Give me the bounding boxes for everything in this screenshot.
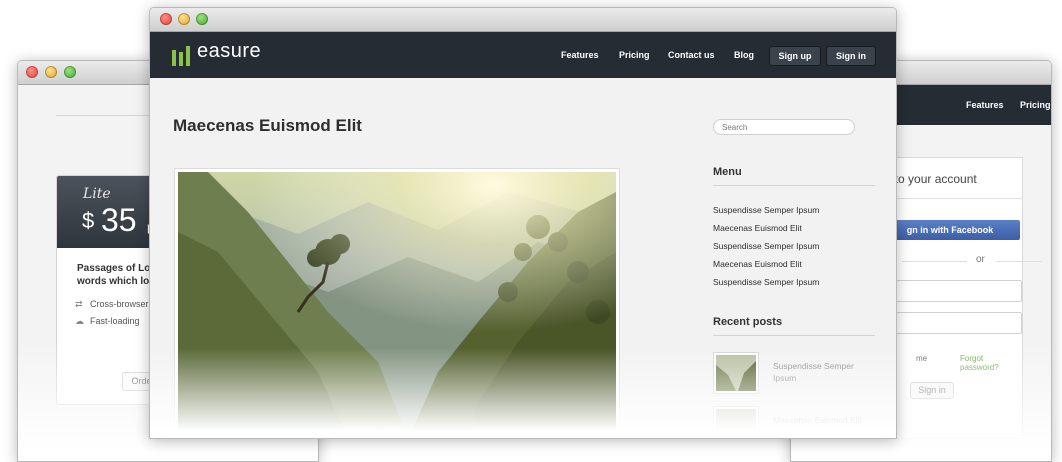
signin-button[interactable]: Sign in — [826, 46, 876, 66]
nav-pricing-link[interactable]: Pricing — [619, 32, 650, 78]
post-title-line: Suspendisse Semper — [773, 361, 854, 371]
nav-blog-link[interactable]: Blog — [734, 32, 754, 78]
page-title: Maecenas Euismod Elit — [173, 116, 362, 135]
logo-mark-bar — [186, 46, 190, 66]
feature-label: Cross-browser — [90, 299, 149, 309]
mountain-landscape-image — [178, 172, 616, 438]
divider — [713, 185, 875, 186]
forgot-password-link[interactable]: Forgot password? — [960, 354, 1022, 372]
post-thumbnail-image — [716, 355, 756, 391]
post-thumbnail[interactable] — [713, 352, 759, 394]
nav-features-link[interactable]: Features — [966, 85, 1004, 125]
menu-item[interactable]: Suspendisse Semper Ipsum — [713, 241, 819, 251]
post-title-line: Maecenas Euismod Elit — [773, 415, 862, 425]
minimize-window-button[interactable] — [45, 66, 57, 78]
logo-mark-bar — [179, 52, 183, 66]
nav-pricing-link[interactable]: Pricing — [1020, 85, 1051, 125]
post-title[interactable]: Suspendisse Semper Ipsum — [773, 360, 854, 384]
close-window-button[interactable] — [26, 66, 38, 78]
logo-text: easure — [197, 40, 262, 62]
zoom-window-button[interactable] — [64, 66, 76, 78]
divider — [997, 261, 1042, 262]
remember-me-label[interactable]: me — [916, 354, 927, 363]
divider — [902, 261, 967, 262]
cloud-icon: ☁ — [75, 316, 84, 326]
password-field[interactable] — [880, 312, 1022, 334]
nav-features-link[interactable]: Features — [561, 32, 599, 78]
minimize-window-button[interactable] — [178, 13, 190, 25]
search-input[interactable] — [713, 119, 855, 135]
divider — [713, 335, 875, 336]
main-browser-window: easure Features Pricing Contact us Blog … — [149, 7, 897, 439]
menu-item[interactable]: Suspendisse Semper Ipsum — [713, 205, 819, 215]
zoom-window-button[interactable] — [196, 13, 208, 25]
shuffle-icon: ⇄ — [75, 299, 83, 309]
facebook-signin-button[interactable]: gn in with Facebook — [880, 220, 1020, 240]
hero-image — [174, 168, 620, 438]
plan-name: Lite — [83, 186, 111, 202]
close-window-button[interactable] — [160, 13, 172, 25]
signup-button[interactable]: Sign up — [769, 46, 821, 66]
post-title-line: Ipsum — [773, 373, 797, 383]
menu-item[interactable]: Suspendisse Semper Ipsum — [713, 277, 819, 287]
post-title[interactable]: Maecenas Euismod Elit — [773, 414, 862, 426]
post-thumbnail-image — [716, 409, 756, 438]
post-thumbnail[interactable] — [713, 406, 759, 438]
feature-label: Fast-loading — [90, 316, 140, 326]
feature-item: ⇄ Cross-browser — [75, 299, 149, 310]
plan-currency: $ — [82, 208, 95, 233]
plan-price: 35 — [101, 202, 137, 238]
or-separator: or — [976, 254, 985, 265]
window-titlebar — [150, 8, 896, 32]
menu-item[interactable]: Maecenas Euismod Elit — [713, 259, 802, 269]
recent-posts-heading: Recent posts — [713, 316, 783, 328]
menu-item[interactable]: Maecenas Euismod Elit — [713, 223, 802, 233]
email-field[interactable] — [880, 280, 1022, 302]
nav-contact-link[interactable]: Contact us — [668, 32, 715, 78]
signin-button[interactable]: Sign in — [910, 382, 954, 399]
feature-item: ☁ Fast-loading — [75, 316, 140, 327]
menu-heading: Menu — [713, 166, 742, 178]
logo-mark-bar — [172, 50, 176, 66]
navbar: easure Features Pricing Contact us Blog … — [150, 32, 896, 78]
